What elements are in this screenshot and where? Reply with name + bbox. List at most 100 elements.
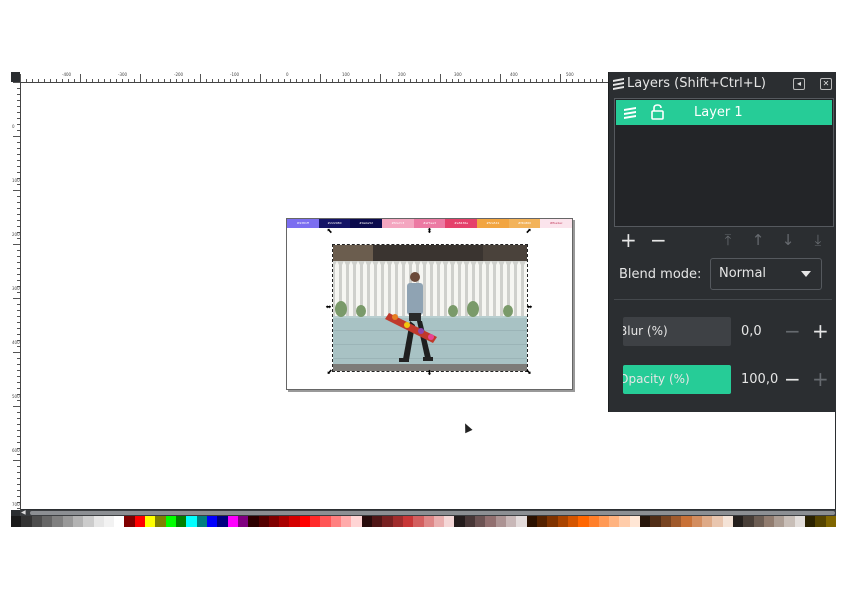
palette-swatch[interactable] <box>382 516 393 527</box>
blur-increase-icon[interactable]: + <box>812 321 829 341</box>
palette-swatch[interactable] <box>217 516 228 527</box>
palette-swatch[interactable] <box>629 516 641 527</box>
unlocked-icon[interactable] <box>651 104 664 120</box>
palette-swatch[interactable] <box>341 516 352 527</box>
palette-swatch[interactable] <box>196 516 207 527</box>
opacity-increase-icon[interactable]: + <box>812 369 829 389</box>
palette-swatch[interactable] <box>784 516 795 527</box>
vertical-ruler[interactable]: 0 100 200 300 400 500 600 700 <box>11 82 21 510</box>
blur-slider[interactable]: Blur (%) <box>623 317 731 346</box>
palette-swatch[interactable] <box>279 516 290 527</box>
palette-swatch[interactable] <box>289 516 300 527</box>
palette-swatch[interactable] <box>433 516 445 527</box>
scale-handle-w[interactable]: ⬌ <box>325 304 332 311</box>
palette-swatch[interactable] <box>320 516 331 527</box>
document-page[interactable]: #9381ff #222080 #0e0e52 #f2a7c3 #ef7ea3 #e843… <box>286 218 573 390</box>
palette-swatch[interactable] <box>392 516 403 527</box>
palette-swatch[interactable] <box>753 516 764 527</box>
palette-swatch[interactable] <box>660 516 671 527</box>
palette-swatch[interactable] <box>62 516 73 527</box>
palette-swatch[interactable] <box>206 516 218 527</box>
palette-swatch[interactable] <box>444 516 455 527</box>
blend-mode-select[interactable]: Normal <box>710 258 822 290</box>
strip-swatch[interactable]: #fbe4ec <box>540 219 573 228</box>
scale-handle-se[interactable]: ⬊ <box>525 369 532 376</box>
palette-swatch[interactable] <box>691 516 702 527</box>
palette-swatch[interactable] <box>794 516 806 527</box>
palette-swatch[interactable] <box>516 516 527 527</box>
strip-swatch[interactable]: #f2a7c3 <box>382 219 414 228</box>
palette-swatch[interactable] <box>547 516 558 527</box>
palette-swatch[interactable] <box>361 516 372 527</box>
palette-swatch[interactable] <box>609 516 620 527</box>
strip-swatch[interactable]: #f4b860 <box>508 219 541 228</box>
palette-swatch[interactable] <box>722 516 733 527</box>
palette-swatch[interactable] <box>258 516 269 527</box>
scale-handle-n[interactable]: ⬍ <box>426 228 433 235</box>
palette-swatch[interactable] <box>103 516 115 527</box>
palette-swatch[interactable] <box>475 516 486 527</box>
palette-swatch[interactable] <box>330 516 341 527</box>
raise-to-top-icon[interactable]: ⤒ <box>720 232 736 248</box>
palette-swatch[interactable] <box>41 516 53 527</box>
palette-swatch[interactable] <box>464 516 476 527</box>
palette-swatch[interactable] <box>681 516 692 527</box>
palette-swatch[interactable] <box>134 516 146 527</box>
palette-swatch[interactable] <box>640 516 651 527</box>
scale-handle-nw[interactable]: ⬉ <box>326 228 333 235</box>
palette-swatch[interactable] <box>495 516 506 527</box>
palette-swatch[interactable] <box>743 516 754 527</box>
palette-swatch[interactable] <box>299 516 311 527</box>
palette-swatch[interactable] <box>52 516 63 527</box>
palette-swatch[interactable] <box>248 516 259 527</box>
horizontal-ruler[interactable]: -400 -300 -200 -100 0 100 200 300 400 500 <box>20 72 618 83</box>
palette-swatch[interactable] <box>114 516 125 527</box>
raise-layer-icon[interactable]: ↑ <box>750 232 766 248</box>
palette-swatch[interactable] <box>506 516 517 527</box>
scale-handle-e[interactable]: ⬌ <box>526 304 533 311</box>
palette-swatch[interactable] <box>186 516 197 527</box>
layer-visibility-icon[interactable] <box>623 106 637 120</box>
palette-swatch[interactable] <box>805 516 816 527</box>
palette-swatch[interactable] <box>83 516 94 527</box>
layer-list[interactable]: Layer 1 <box>614 98 834 227</box>
strip-swatch[interactable]: #e8436e <box>445 219 478 228</box>
layer-name[interactable]: Layer 1 <box>694 105 743 120</box>
palette-swatch[interactable] <box>351 516 362 527</box>
palette-swatch[interactable] <box>732 516 744 527</box>
palette-swatch[interactable] <box>21 516 32 527</box>
lower-to-bottom-icon[interactable]: ⤓ <box>810 232 826 248</box>
palette-swatch[interactable] <box>11 516 22 527</box>
strip-swatch[interactable]: #f2a541 <box>477 219 509 228</box>
palette-swatch[interactable] <box>567 516 579 527</box>
palette-swatch[interactable] <box>454 516 465 527</box>
palette-swatch[interactable] <box>124 516 135 527</box>
lower-layer-icon[interactable]: ↓ <box>780 232 796 248</box>
palette-swatch[interactable] <box>763 516 775 527</box>
palette-swatch[interactable] <box>310 516 321 527</box>
palette-swatch[interactable] <box>774 516 785 527</box>
palette-swatch[interactable] <box>712 516 723 527</box>
panel-close-button[interactable]: ✕ <box>820 78 832 90</box>
palette-swatch[interactable] <box>371 516 383 527</box>
palette-swatch[interactable] <box>485 516 496 527</box>
remove-layer-icon[interactable]: − <box>650 230 667 250</box>
blur-value[interactable]: 0,0 <box>741 324 762 339</box>
palette-swatch[interactable] <box>268 516 280 527</box>
selected-photo[interactable] <box>332 244 528 372</box>
strip-swatch[interactable]: #0e0e52 <box>350 219 383 228</box>
palette-swatch[interactable] <box>93 516 104 527</box>
add-layer-icon[interactable]: + <box>620 230 637 250</box>
scrollbar-thumb[interactable] <box>30 511 835 515</box>
palette-swatch[interactable] <box>619 516 630 527</box>
palette-swatch[interactable] <box>650 516 661 527</box>
strip-swatch[interactable]: #222080 <box>318 219 351 228</box>
palette-swatch[interactable] <box>227 516 238 527</box>
palette-swatch[interactable] <box>31 516 42 527</box>
palette-swatch[interactable] <box>557 516 568 527</box>
palette-swatch[interactable] <box>165 516 176 527</box>
scale-handle-sw[interactable]: ⬋ <box>326 369 333 376</box>
palette-swatch[interactable] <box>72 516 84 527</box>
palette-swatch[interactable] <box>176 516 187 527</box>
palette-swatch[interactable] <box>413 516 424 527</box>
